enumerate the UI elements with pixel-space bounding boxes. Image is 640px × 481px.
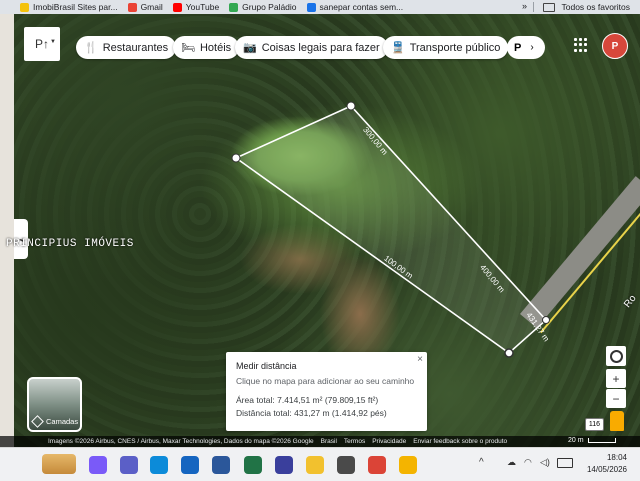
chip-more-button[interactable]: P › bbox=[507, 36, 545, 59]
measure-point bbox=[231, 153, 241, 163]
attribution: Imagens ©2026 Airbus, CNES / Airbus, Max… bbox=[48, 438, 314, 445]
copilot-icon[interactable] bbox=[89, 456, 107, 474]
layers-label: Camadas bbox=[46, 417, 79, 426]
close-icon[interactable]: × bbox=[417, 354, 423, 365]
country-link[interactable]: Brasil bbox=[321, 438, 337, 445]
zoom-out-button[interactable]: − bbox=[606, 389, 626, 408]
chip-label: Coisas legais para fazer bbox=[261, 41, 380, 54]
crosshair-icon bbox=[609, 349, 623, 363]
chrome-icon[interactable] bbox=[368, 456, 386, 474]
bookmark-label: YouTube bbox=[185, 2, 220, 12]
search-symbol: P↑ bbox=[34, 37, 49, 51]
route-badge: 116 bbox=[585, 418, 604, 431]
bookmark-label: ImobiBrasil Sites par... bbox=[33, 2, 118, 12]
search-box[interactable]: P↑ ▼ bbox=[24, 27, 60, 61]
map-footer: Imagens ©2026 Airbus, CNES / Airbus, Max… bbox=[0, 436, 640, 447]
youtube-icon bbox=[172, 2, 182, 12]
all-favorites-label: Todos os favoritos bbox=[561, 2, 630, 12]
bookmark-item[interactable]: Grupo Paládio bbox=[229, 2, 297, 12]
all-favorites-button[interactable]: Todos os favoritos bbox=[543, 0, 630, 14]
teams-icon[interactable] bbox=[120, 456, 138, 474]
volume-icon[interactable]: ◁) bbox=[540, 457, 550, 468]
measure-path bbox=[235, 105, 548, 355]
chevron-up-icon[interactable]: ^ bbox=[479, 457, 484, 468]
feedback-link[interactable]: Enviar feedback sobre o produto bbox=[413, 438, 507, 445]
chip-hotels[interactable]: 🛏 Hotéis bbox=[173, 36, 240, 59]
chevron-right-icon: › bbox=[530, 42, 534, 53]
weather-widget-icon[interactable] bbox=[42, 454, 76, 474]
gmail-icon bbox=[127, 2, 137, 12]
chip-things-to-do[interactable]: 📷 Coisas legais para fazer bbox=[235, 36, 388, 59]
chip-restaurants[interactable]: 🍴 Restaurantes bbox=[76, 36, 177, 59]
terms-link[interactable]: Termos bbox=[344, 438, 365, 445]
my-location-button[interactable] bbox=[606, 346, 626, 366]
imobibrasil-icon bbox=[20, 2, 29, 12]
layers-button[interactable]: Camadas bbox=[27, 377, 82, 432]
folder-icon bbox=[543, 2, 556, 12]
measure-point bbox=[504, 348, 514, 358]
mail-icon[interactable] bbox=[181, 456, 199, 474]
system-clock[interactable]: 18:04 14/05/2026 bbox=[583, 452, 627, 476]
bookmarks-overflow-button[interactable]: » bbox=[522, 1, 527, 11]
bookmarks-bar: ImobiBrasil Sites par... Gmail YouTube Grup… bbox=[0, 0, 640, 14]
measure-total-distance: Distância total: 431,27 m (1.414,92 pés) bbox=[236, 408, 387, 418]
camera-icon: 📷 bbox=[243, 42, 257, 54]
measure-title: Medir distância bbox=[236, 361, 297, 371]
edge-icon[interactable] bbox=[150, 456, 168, 474]
measure-total-area: Área total: 7.414,51 m² (79.809,15 ft²) bbox=[236, 395, 379, 405]
bookmark-label: Grupo Paládio bbox=[242, 2, 297, 12]
onedrive-icon[interactable]: ☁ bbox=[507, 457, 516, 468]
excel-icon[interactable] bbox=[244, 456, 262, 474]
bookmark-item[interactable]: sanepar contas sem... bbox=[306, 2, 404, 12]
clock-date: 14/05/2026 bbox=[586, 465, 627, 474]
apps-grid-icon[interactable] bbox=[574, 38, 588, 52]
measure-distance-panel: Medir distância Clique no mapa para adic… bbox=[226, 352, 427, 431]
onenote-icon[interactable] bbox=[275, 456, 293, 474]
scale-bar[interactable]: 20 m bbox=[568, 437, 616, 444]
layers-icon bbox=[31, 415, 44, 428]
wifi-icon[interactable]: ◠ bbox=[524, 457, 532, 468]
measure-point bbox=[346, 101, 356, 111]
measure-point bbox=[542, 316, 550, 324]
bookmark-item[interactable]: YouTube bbox=[172, 2, 220, 12]
chrome-icon bbox=[229, 2, 239, 12]
bookmark-item[interactable]: Gmail bbox=[127, 2, 163, 12]
bookmark-label: Gmail bbox=[140, 2, 163, 12]
chip-label: Transporte público bbox=[409, 41, 501, 54]
bookmarks-divider bbox=[533, 2, 534, 12]
watermark: PRINCIPIUS IMÓVEIS bbox=[6, 238, 134, 250]
bookmark-label: sanepar contas sem... bbox=[319, 2, 404, 12]
chip-transit[interactable]: 🚆 Transporte público bbox=[383, 36, 509, 59]
dropdown-arrow-icon: ▼ bbox=[50, 39, 56, 45]
parking-chip-label: P bbox=[514, 41, 522, 54]
chip-label: Hotéis bbox=[199, 41, 232, 54]
privacy-link[interactable]: Privacidade bbox=[372, 438, 406, 445]
settings-app-icon[interactable] bbox=[337, 456, 355, 474]
fork-knife-icon: 🍴 bbox=[84, 42, 98, 54]
zoom-in-button[interactable]: + bbox=[606, 369, 626, 388]
account-avatar[interactable]: P bbox=[602, 33, 628, 59]
scale-label: 20 m bbox=[568, 437, 584, 444]
norton-icon[interactable] bbox=[306, 456, 324, 474]
explorer-icon[interactable] bbox=[399, 456, 417, 474]
windows-taskbar: ^ ☁ ◠ ◁) 18:04 14/05/2026 bbox=[0, 447, 640, 481]
battery-icon[interactable] bbox=[557, 458, 573, 468]
train-icon: 🚆 bbox=[391, 42, 405, 54]
clock-time: 18:04 bbox=[606, 453, 627, 462]
scale-bar-graphic bbox=[587, 438, 616, 443]
sanepar-icon bbox=[306, 2, 316, 12]
bookmark-item[interactable]: ImobiBrasil Sites par... bbox=[20, 2, 118, 12]
word-icon[interactable] bbox=[212, 456, 230, 474]
chip-label: Restaurantes bbox=[102, 41, 169, 54]
street-view-pegman-icon[interactable] bbox=[610, 411, 624, 431]
measure-hint: Clique no mapa para adicionar ao seu cam… bbox=[236, 376, 415, 386]
bed-icon: 🛏 bbox=[181, 42, 195, 54]
